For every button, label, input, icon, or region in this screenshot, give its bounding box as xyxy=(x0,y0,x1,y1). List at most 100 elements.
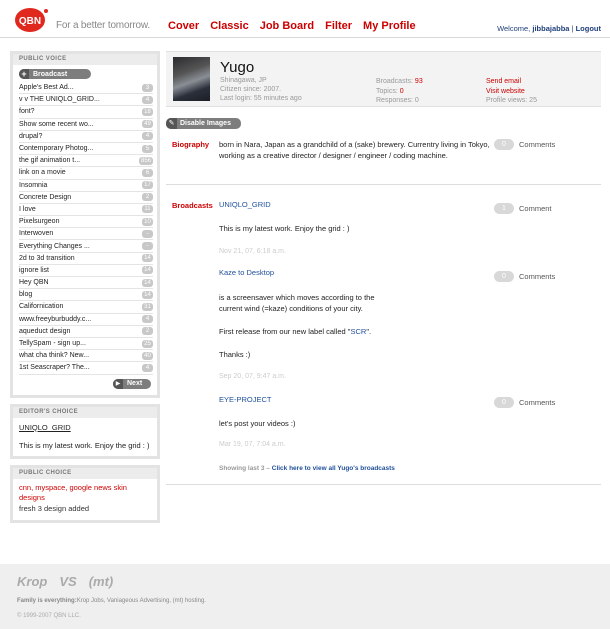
list-item-count: 5 xyxy=(142,144,153,153)
list-item[interactable]: v v THE UNIQLO_GRID... 4 xyxy=(19,94,153,107)
list-item[interactable]: Pixelsurgeon 10 xyxy=(19,216,153,229)
list-item[interactable]: Insomnia 17 xyxy=(19,180,153,192)
vs-logo[interactable]: VS xyxy=(59,574,76,589)
footer-logos: Krop VS (mt) xyxy=(17,574,113,589)
footer-family-label: Family is everything: xyxy=(17,598,77,604)
mt-logo[interactable]: (mt) xyxy=(89,574,114,589)
list-item[interactable]: Interwoven - xyxy=(19,228,153,241)
list-item[interactable]: Californication 31 xyxy=(19,301,153,314)
broadcast-text-3: Thanks :) xyxy=(219,350,251,359)
next-button[interactable]: ▶ Next xyxy=(113,378,151,389)
qbn-logo[interactable]: QBN xyxy=(14,7,50,33)
list-item[interactable]: blog 14 xyxy=(19,289,153,302)
broadcast-comment-count: 1 xyxy=(494,203,514,214)
nav-my-profile[interactable]: My Profile xyxy=(363,20,416,32)
list-item-label: drupal? xyxy=(19,132,43,140)
list-item[interactable]: 1st Seascraper? The... 4 xyxy=(19,362,153,375)
list-item-count: 2 xyxy=(142,327,153,336)
broadcast-comment-label: Comments xyxy=(519,272,556,281)
public-choice-link[interactable]: cnn, myspace, google news skin designs xyxy=(19,483,151,504)
disable-images-label: Disable Images xyxy=(180,120,231,127)
main-nav: Cover Classic Job Board Filter My Profil… xyxy=(168,20,416,32)
broadcast-comments[interactable]: 0 Comments xyxy=(494,397,555,408)
broadcast-button[interactable]: + Broadcast xyxy=(19,69,91,79)
list-item-count: 14 xyxy=(142,290,153,299)
logout-link[interactable]: Logout xyxy=(576,24,601,33)
disable-images-button[interactable]: ✎ Disable Images xyxy=(166,118,241,129)
list-item-count: 2 xyxy=(142,193,153,202)
welcome-username[interactable]: jibbajabba xyxy=(532,24,569,33)
list-item-label: ignore list xyxy=(19,266,49,274)
next-button-wrap: ▶ Next xyxy=(13,375,157,395)
editors-choice-link[interactable]: UNIQLO_GRID xyxy=(19,423,151,433)
view-all-broadcasts-link[interactable]: Click here to view all Yugo's broadcasts xyxy=(272,465,395,472)
list-item-label: Contemporary Photog... xyxy=(19,145,94,153)
broadcast-comment-count: 0 xyxy=(494,271,514,282)
list-item[interactable]: Apple's Best Ad... 3 xyxy=(19,82,153,95)
broadcast-title[interactable]: Kaze to Desktop xyxy=(219,268,274,277)
list-item-count: 10 xyxy=(142,217,153,226)
nav-classic[interactable]: Classic xyxy=(210,20,249,32)
krop-logo[interactable]: Krop xyxy=(17,574,47,589)
broadcasts-stat-value: 93 xyxy=(414,78,423,85)
list-item[interactable]: the gif animation t... 856 xyxy=(19,155,153,168)
list-item-label: what cha think? New... xyxy=(19,352,90,360)
topics-stat-value: 0 xyxy=(399,87,404,95)
list-item[interactable]: what cha think? New... 40 xyxy=(19,350,153,363)
list-item-label: Show some recent wo... xyxy=(19,120,94,128)
welcome-prefix: Welcome, xyxy=(497,24,531,33)
nav-job-board[interactable]: Job Board xyxy=(260,20,314,32)
profile-views: Profile views: 25 xyxy=(486,97,537,104)
list-item[interactable]: Contemporary Photog... 5 xyxy=(19,143,153,156)
biography-comments[interactable]: 0 Comments xyxy=(494,139,555,150)
send-email-link[interactable]: Send email xyxy=(486,77,537,87)
list-item[interactable]: I love 11 xyxy=(19,204,153,217)
responses-stat-label: Responses: xyxy=(376,97,413,104)
list-item[interactable]: Everything Changes ... - xyxy=(19,240,153,253)
broadcast-text-2: First release from our new label called … xyxy=(219,326,479,337)
public-voice-panel: PUBLIC VOICE + Broadcast Apple's Best Ad… xyxy=(10,51,160,398)
broadcast-text-2-post: ". xyxy=(366,327,372,336)
list-item-label: link on a movie xyxy=(19,169,66,177)
broadcast-title[interactable]: UNIQLO_GRID xyxy=(219,200,271,209)
nav-filter[interactable]: Filter xyxy=(325,20,352,32)
visit-website-link[interactable]: Visit website xyxy=(486,87,537,97)
broadcast-button-label: Broadcast xyxy=(33,70,68,78)
nav-cover[interactable]: Cover xyxy=(168,20,199,32)
list-item[interactable]: www.freeyburbuddy.c... 4 xyxy=(19,314,153,326)
broadcasts-stat-label: Broadcasts: xyxy=(376,78,413,85)
list-item-count: 14 xyxy=(142,278,153,287)
broadcast-text: This is my latest work. Enjoy the grid :… xyxy=(219,224,350,233)
list-item-count: 49 xyxy=(142,120,153,129)
list-item[interactable]: 2d to 3d transition 14 xyxy=(19,253,153,265)
list-item-label: blog xyxy=(19,291,33,299)
list-item-label: Californication xyxy=(19,303,64,311)
welcome-area: Welcome, jibbajabba | Logout xyxy=(497,24,601,33)
list-item[interactable]: TellySpam - sign up... 25 xyxy=(19,338,153,351)
list-item[interactable]: aqueduct design 2 xyxy=(19,326,153,338)
list-item[interactable]: Concrete Design 2 xyxy=(19,192,153,204)
list-item[interactable]: link on a movie 6 xyxy=(19,167,153,180)
list-item[interactable]: drupal? 4 xyxy=(19,131,153,143)
editors-choice-title: EDITOR'S CHOICE xyxy=(13,406,157,418)
biography-comment-count: 0 xyxy=(494,139,514,150)
broadcast-title[interactable]: EYE-PROJECT xyxy=(219,395,272,404)
broadcast-comments[interactable]: 1 Comment xyxy=(494,203,552,214)
broadcast-comments[interactable]: 0 Comments xyxy=(494,271,555,282)
broadcast-comment-count: 0 xyxy=(494,397,514,408)
list-item-label: Pixelsurgeon xyxy=(19,218,60,226)
list-item-label: aqueduct design xyxy=(19,327,71,335)
list-item[interactable]: Hey QBN 14 xyxy=(19,277,153,290)
list-item[interactable]: ignore list 14 xyxy=(19,265,153,277)
editors-choice-panel: EDITOR'S CHOICE UNIQLO_GRID This is my l… xyxy=(10,403,160,459)
responses-stat-value: 0 xyxy=(414,97,419,104)
list-item-label: 2d to 3d transition xyxy=(19,254,75,262)
footer: Krop VS (mt) Family is everything:Krop J… xyxy=(0,564,610,629)
footer-family-text: Krop Jobs, Vaniageous Advertising, (mt) … xyxy=(76,598,206,604)
list-item-count: 31 xyxy=(142,302,153,311)
showing-prefix: Showing last 3 – xyxy=(219,465,270,472)
list-item[interactable]: font? 18 xyxy=(19,106,153,119)
list-item[interactable]: Show some recent wo... 49 xyxy=(19,119,153,131)
list-item-label: Insomnia xyxy=(19,181,48,189)
scr-link[interactable]: SCR xyxy=(350,327,366,336)
